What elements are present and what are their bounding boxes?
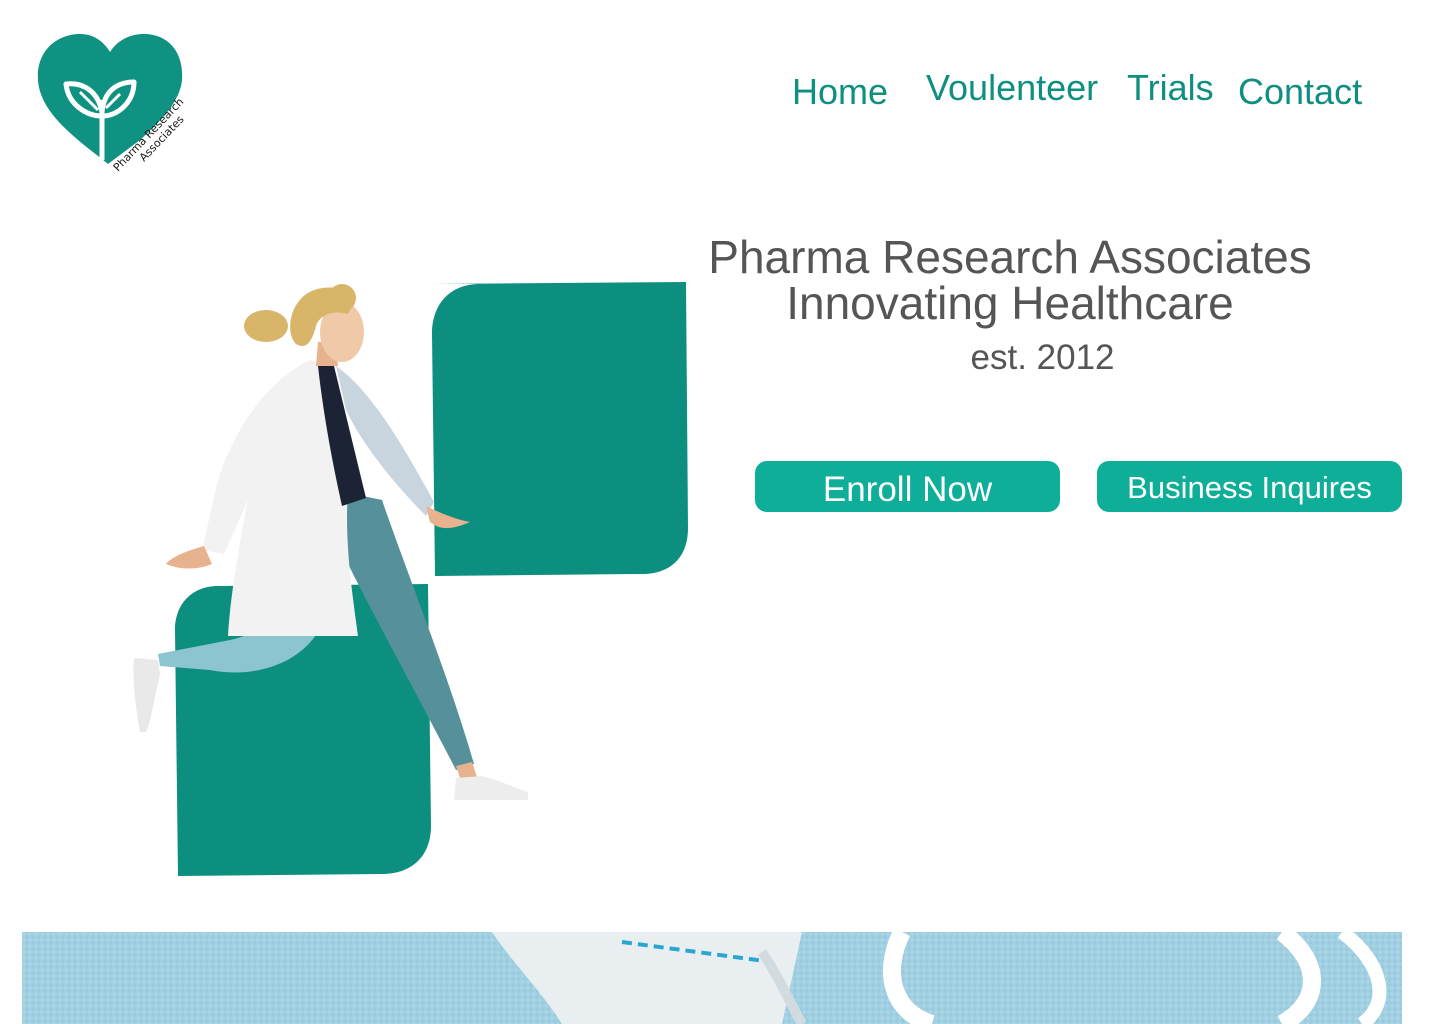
nav-contact-link[interactable]: Contact [1238,72,1362,112]
established-year: est. 2012 [970,338,1115,377]
business-inquiries-button[interactable]: Business Inquires [1097,461,1402,512]
hero-title-line1: Pharma Research Associates [708,231,1312,283]
surgical-face-mask-photo [22,932,1402,1024]
heart-sprout-icon: Pharma Research Associates [37,34,187,174]
hero-title: Pharma Research Associates Innovating He… [680,234,1340,326]
nav-volunteer-link[interactable]: Voulenteer [926,68,1098,108]
nav-home-link[interactable]: Home [792,72,888,112]
enroll-now-button[interactable]: Enroll Now [755,461,1060,512]
company-logo[interactable]: Pharma Research Associates [36,32,196,177]
doctor-in-lab-coat-illustration [120,270,710,890]
hero-title-line2: Innovating Healthcare [786,277,1234,329]
teal-block-upper [432,282,688,576]
nav-trials-link[interactable]: Trials [1127,68,1214,108]
